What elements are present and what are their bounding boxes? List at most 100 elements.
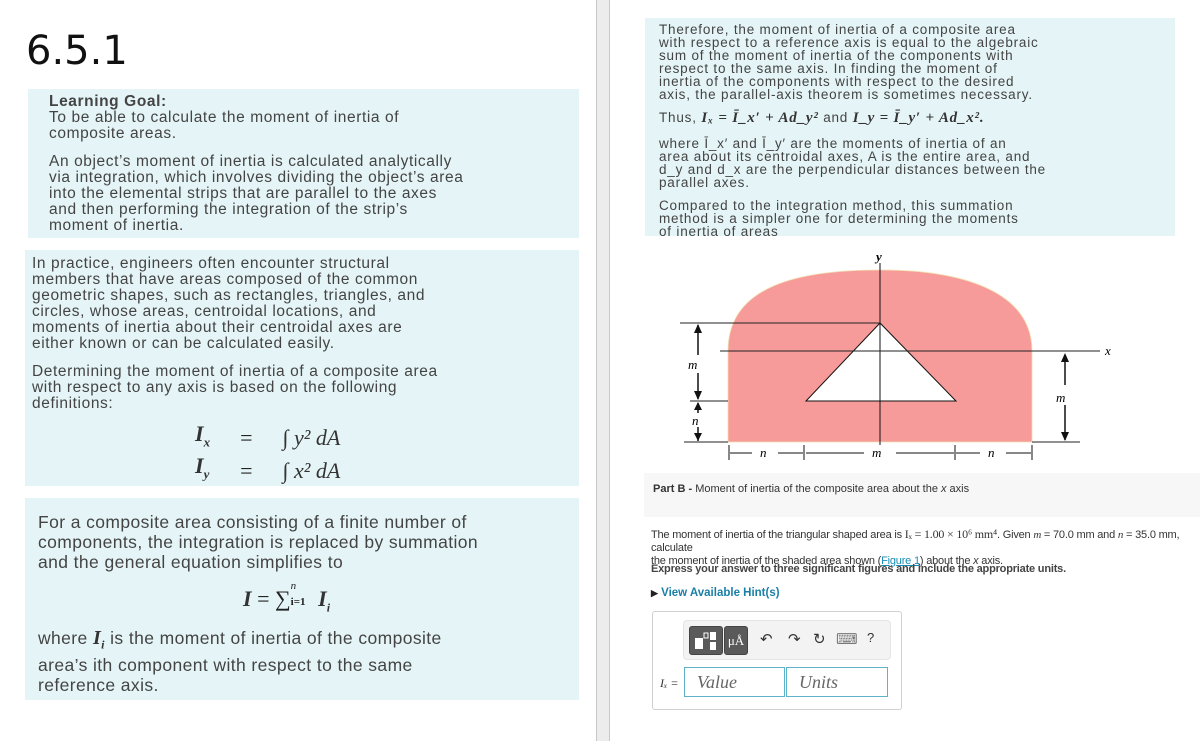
label-x-axis: x bbox=[1104, 343, 1111, 358]
redo-icon[interactable]: ↷ bbox=[788, 630, 801, 648]
summation-equation: I = ∑ n i=1 Ii bbox=[243, 580, 331, 615]
arrowhead bbox=[1061, 353, 1069, 362]
summation-line: components, the integration is replaced … bbox=[38, 532, 479, 552]
eq-lhs-sub: y bbox=[203, 466, 210, 482]
sum-upper: n bbox=[290, 580, 297, 592]
label-y-axis: y bbox=[874, 249, 882, 264]
arrowhead bbox=[694, 324, 702, 333]
units-input[interactable] bbox=[786, 667, 888, 697]
practice-line: In practice, engineers often encounter s… bbox=[32, 255, 390, 272]
definitions-line: definitions: bbox=[32, 395, 114, 412]
learning-goal-panel: Learning Goal: To be able to calculate t… bbox=[28, 89, 579, 238]
instructions-text: Express your answer to three significant… bbox=[651, 563, 1066, 575]
where-line: reference axis. bbox=[38, 674, 159, 695]
definitions-line: Determining the moment of inertia of a c… bbox=[32, 363, 438, 380]
where-prefix: where bbox=[38, 628, 93, 648]
arrowhead bbox=[694, 391, 702, 400]
thus-label: Thus, bbox=[659, 110, 697, 125]
equation-ix: Ix = ∫ y² dA bbox=[185, 422, 350, 454]
question-line-1: The moment of inertia of the triangular … bbox=[651, 528, 1191, 555]
part-b-title: Moment of inertia of the composite area … bbox=[695, 483, 941, 495]
answer-label: Iₓ = bbox=[660, 676, 679, 690]
parallel-axis-panel: Therefore, the moment of inertia of a co… bbox=[645, 18, 1175, 236]
definition-equations: Ix = ∫ y² dA Iy = ∫ x² dA bbox=[185, 422, 350, 487]
help-icon[interactable]: ? bbox=[867, 630, 874, 645]
label-m-right: m bbox=[1056, 390, 1065, 405]
sum-term: I bbox=[318, 586, 327, 611]
sum-term-sub: i bbox=[326, 600, 331, 615]
where-line: area’s ith component with respect to the… bbox=[38, 654, 413, 675]
label-m-bottom: m bbox=[872, 445, 881, 460]
label-n-bottom-left: n bbox=[760, 445, 767, 460]
thus-and: and bbox=[823, 110, 849, 125]
eq-rhs: ∫ y² dA bbox=[282, 425, 341, 451]
summation-panel: For a composite area consisting of a fin… bbox=[25, 498, 579, 700]
practice-line: circles, whose areas, centroidal locatio… bbox=[32, 303, 377, 320]
part-b-label: Part B bbox=[653, 483, 686, 495]
definitions-line: with respect to any axis is based on the… bbox=[32, 379, 398, 396]
therefore-line: axis, the parallel-axis theorem is somet… bbox=[659, 87, 1033, 102]
eq-equals: = bbox=[240, 457, 253, 483]
intro-line: via integration, which involves dividing… bbox=[49, 169, 464, 186]
value-input[interactable] bbox=[684, 667, 785, 697]
part-b-title-suffix: axis bbox=[946, 483, 970, 495]
where-var: I bbox=[92, 627, 102, 649]
answer-toolbar: μÅ ↶ ↷ ↻ ⌨ ? bbox=[683, 620, 891, 660]
intro-line: into the elemental strips that are paral… bbox=[49, 185, 437, 202]
practice-line: geometric shapes, such as rectangles, tr… bbox=[32, 287, 426, 304]
learning-goal-heading: Learning Goal: bbox=[49, 93, 167, 110]
equation-iy: Iy = ∫ x² dA bbox=[185, 454, 350, 486]
composite-area-figure: m n m n m n y x bbox=[680, 249, 1111, 460]
thus-eq-ix: Iₓ = Ī_x′ + Ad_y² bbox=[701, 110, 819, 126]
page-title: 6.5.1 bbox=[26, 28, 128, 74]
summation-line: and the general equation simplifies to bbox=[38, 552, 344, 572]
practice-line: moments of inertia about their centroida… bbox=[32, 319, 403, 336]
view-hints-label: View Available Hint(s) bbox=[661, 587, 780, 599]
intro-line: moment of inertia. bbox=[49, 217, 184, 234]
templates-button[interactable] bbox=[689, 626, 723, 655]
view-hints-link[interactable]: ▶ View Available Hint(s) bbox=[651, 587, 780, 599]
caret-right-icon: ▶ bbox=[651, 588, 658, 598]
intro-line: An object’s moment of inertia is calcula… bbox=[49, 153, 452, 170]
question-text: The moment of inertia of the triangular … bbox=[651, 528, 1191, 568]
label-n-left: n bbox=[692, 413, 699, 428]
m-value: = 70.0 mm bbox=[1041, 529, 1095, 541]
learning-goal-line: To be able to calculate the moment of in… bbox=[49, 109, 400, 126]
m-label: m bbox=[1033, 529, 1042, 541]
compared-line: of inertia of areas bbox=[659, 224, 779, 236]
q-text: The moment of inertia of the triangular … bbox=[651, 529, 905, 541]
n-value: = 35.0 mm bbox=[1123, 529, 1177, 541]
fraction-template-icon bbox=[695, 631, 716, 650]
definitions-panel: In practice, engineers often encounter s… bbox=[25, 250, 579, 486]
practice-line: members that have areas composed of the … bbox=[32, 271, 418, 288]
keyboard-icon[interactable]: ⌨ bbox=[836, 630, 858, 648]
part-b-separator: - bbox=[685, 483, 696, 495]
undo-icon[interactable]: ↶ bbox=[760, 630, 773, 648]
units-label: μÅ bbox=[727, 632, 745, 648]
part-b-header[interactable]: Part B - Moment of inertia of the compos… bbox=[644, 473, 1200, 517]
ix-value: Iₓ = 1.00 × 10⁶ mm⁴ bbox=[904, 527, 998, 541]
label-m-left: m bbox=[688, 357, 697, 372]
q-text: and bbox=[1094, 529, 1118, 541]
arrowhead bbox=[1061, 432, 1069, 441]
eq-rhs: ∫ x² dA bbox=[282, 457, 341, 483]
arrowhead bbox=[694, 433, 702, 441]
thus-line: Thus, Iₓ = Ī_x′ + Ad_y² and I_y = Ī_y′ +… bbox=[659, 110, 1175, 126]
learning-goal-line: composite areas. bbox=[49, 125, 177, 142]
label-n-bottom-right: n bbox=[988, 445, 995, 460]
q-text: . Given bbox=[997, 529, 1034, 541]
where-centroid-line: parallel axes. bbox=[659, 175, 750, 190]
sum-lhs: I bbox=[243, 586, 252, 611]
where-rest: is the moment of inertia of the composit… bbox=[104, 628, 442, 648]
practice-line: either known or can be calculated easily… bbox=[32, 335, 335, 352]
panel-divider-scrollbar[interactable] bbox=[596, 0, 610, 741]
where-line: where Ii is the moment of inertia of the… bbox=[38, 628, 578, 655]
eq-lhs: I bbox=[195, 421, 204, 446]
units-button[interactable]: μÅ bbox=[724, 626, 748, 655]
summation-line: For a composite area consisting of a fin… bbox=[38, 512, 467, 532]
eq-equals: = bbox=[240, 425, 253, 451]
sum-lower: i=1 bbox=[290, 596, 306, 608]
reset-icon[interactable]: ↻ bbox=[813, 630, 826, 648]
arrowhead bbox=[694, 402, 702, 410]
thus-eq-iy: I_y = Ī_y′ + Ad_x². bbox=[852, 110, 985, 126]
